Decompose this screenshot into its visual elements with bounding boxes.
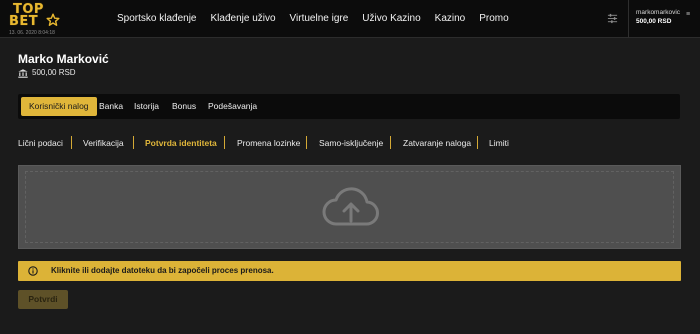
subnav-banka[interactable]: Banka (99, 97, 123, 116)
nav-uzivo-kazino[interactable]: Uživo Kazino (362, 12, 420, 26)
nav-promo[interactable]: Promo (479, 12, 508, 26)
tab-separator (390, 136, 391, 149)
nav-virtuelne-igre[interactable]: Virtuelne igre (290, 12, 349, 26)
topbet-logo[interactable]: TOP BET (9, 3, 61, 29)
header-balance: 500,00 RSD (636, 18, 672, 25)
info-alert: Kliknite ili dodajte datoteku da bi zapo… (18, 261, 681, 281)
header-divider (628, 0, 629, 38)
main-nav: Sportsko klađenje Klađenje uživo Virtuel… (117, 12, 523, 26)
tab-separator (133, 136, 134, 149)
nav-kladjenje-uzivo[interactable]: Klađenje uživo (211, 12, 276, 26)
alert-message: Kliknite ili dodajte datoteku da bi zapo… (51, 266, 274, 275)
tab-limiti[interactable]: Limiti (489, 136, 509, 150)
tab-separator (224, 136, 225, 149)
info-icon (28, 266, 38, 276)
tab-verifikacija[interactable]: Verifikacija (83, 136, 124, 150)
logo-star-icon (46, 13, 60, 26)
potvrdi-button[interactable]: Potvrdi (18, 290, 68, 309)
tab-separator (306, 136, 307, 149)
cloud-upload-icon[interactable] (322, 186, 380, 228)
logo-bet-text: BET (9, 14, 39, 29)
tab-promena-lozinke[interactable]: Promena lozinke (237, 136, 300, 150)
subnav-bonus[interactable]: Bonus (172, 97, 196, 116)
top-bar: TOP BET 13. 06. 2020 8:04:18 Sportsko kl… (0, 0, 700, 38)
subnav-korisnicki-nalog[interactable]: Korisnički nalog (21, 97, 97, 116)
tab-samo-iskljucenje[interactable]: Samo-isključenje (319, 136, 383, 150)
profile-balance: 500,00 RSD (32, 68, 76, 77)
tab-potvrda-identiteta[interactable]: Potvrda identiteta (145, 136, 217, 150)
nav-sportsko-kladjenje[interactable]: Sportsko klađenje (117, 12, 197, 26)
server-datetime: 13. 06. 2020 8:04:18 (9, 30, 55, 36)
subnav-istorija[interactable]: Istorija (134, 97, 159, 116)
tab-separator (477, 136, 478, 149)
subnav-podesavanja[interactable]: Podešavanja (208, 97, 257, 116)
tab-separator (71, 136, 72, 149)
account-subnav: Korisnički nalog Banka Istorija Bonus Po… (18, 94, 680, 119)
chevron-down-icon[interactable]: ≡ (686, 11, 690, 18)
nav-kazino[interactable]: Kazino (435, 12, 466, 26)
bank-icon (18, 69, 28, 78)
sliders-icon[interactable] (607, 13, 618, 24)
tab-zatvaranje-naloga[interactable]: Zatvaranje naloga (403, 136, 471, 150)
tab-licni-podaci[interactable]: Lični podaci (18, 136, 63, 150)
profile-name: Marko Marković (18, 52, 109, 66)
